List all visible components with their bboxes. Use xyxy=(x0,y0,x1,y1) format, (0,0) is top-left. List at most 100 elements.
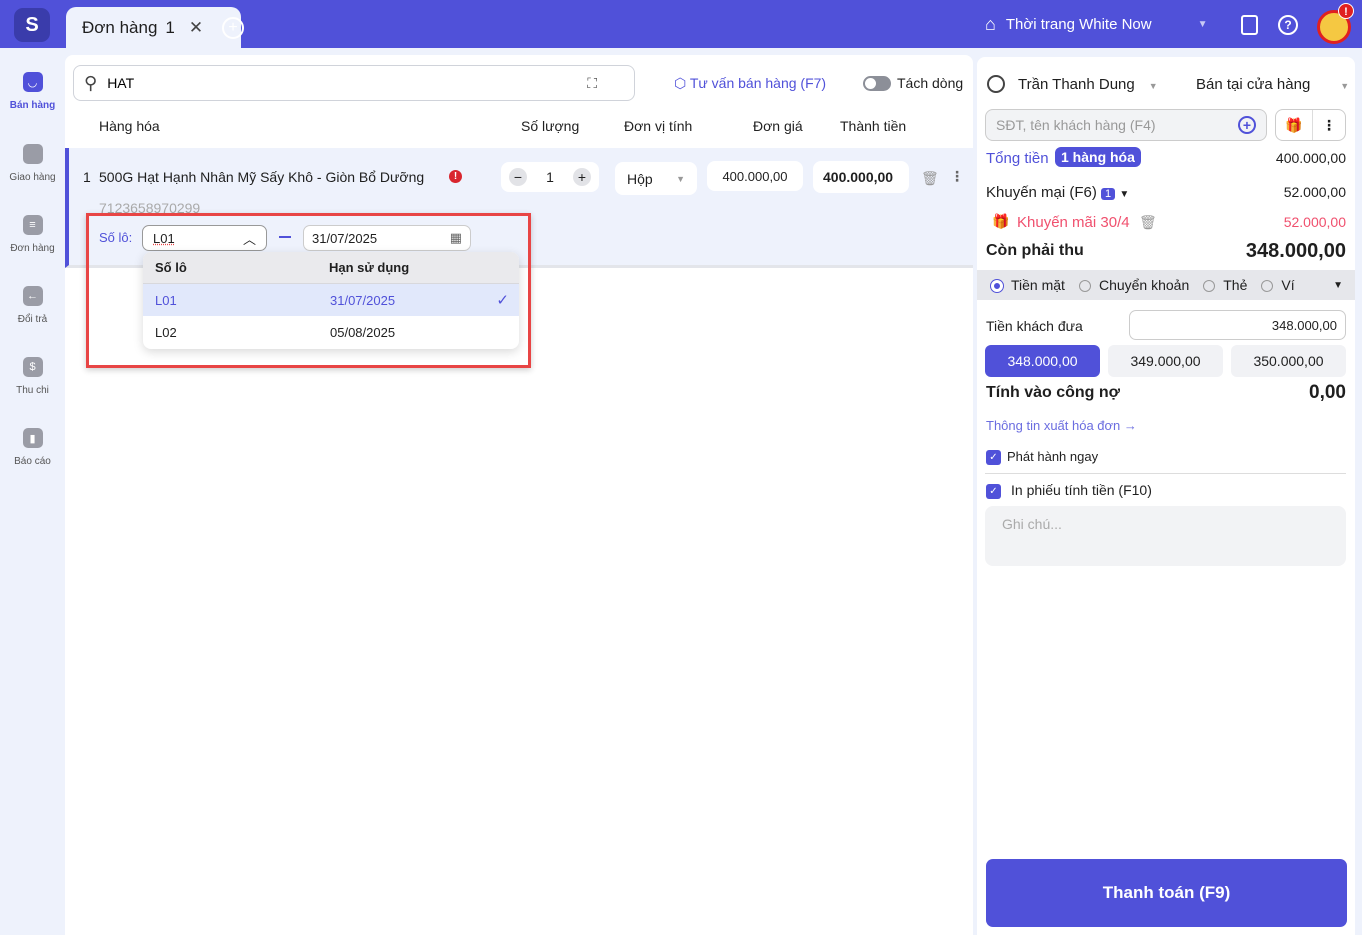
due-amount: 348.000,00 xyxy=(1245,240,1346,262)
chevron-up-icon: ︿ xyxy=(242,231,256,247)
chevron-down-icon: ▼ xyxy=(1148,81,1158,91)
dash-separator xyxy=(279,236,291,238)
warning-icon: ! xyxy=(449,170,462,183)
more-icon[interactable]: ⋮ xyxy=(950,168,964,185)
channel-select[interactable]: Bán tại cửa hàng ▼ xyxy=(1196,76,1349,93)
seller-select[interactable]: Trần Thanh Dung ▼ xyxy=(1018,76,1158,93)
issue-now-checkbox[interactable]: ✓ Phát hành ngay xyxy=(986,449,1098,466)
plus-icon[interactable]: + xyxy=(572,168,591,186)
promo-name-amount: 52.000,00 xyxy=(1283,214,1346,230)
promo-count-badge: 1 xyxy=(1101,188,1116,200)
help-icon[interactable]: ? xyxy=(1278,15,1298,35)
batch-value: L01 xyxy=(153,230,175,246)
gift-icon[interactable]: 🎁 xyxy=(1276,110,1313,140)
split-line-toggle[interactable]: Tách dòng xyxy=(863,75,963,91)
col-header-unit: Đơn vị tính xyxy=(624,118,693,134)
paid-input[interactable]: 348.000,00 xyxy=(1129,310,1346,340)
sidebar-item-ban-hang[interactable]: ◡ Bán hàng xyxy=(0,72,65,111)
invoice-info-link[interactable]: Thông tin xuất hóa đơn → xyxy=(986,418,1137,433)
quick-amount-button[interactable]: 348.000,00 xyxy=(985,345,1100,377)
col-header-price: Đơn giá xyxy=(753,118,803,134)
sidebar-item-giao-hang[interactable]: Giao hàng xyxy=(0,144,65,183)
return-icon: ← xyxy=(22,286,43,306)
toggle-switch[interactable] xyxy=(863,75,891,91)
dropdown-header: Số lô Hạn sử dụng xyxy=(143,252,519,284)
quick-amount-button[interactable]: 350.000,00 xyxy=(1231,345,1346,377)
user-icon xyxy=(987,75,1005,93)
total-label: Tổng tiền xyxy=(986,150,1049,167)
sidebar-item-doi-tra[interactable]: ← Đổi trả xyxy=(0,286,65,325)
chevron-down-icon[interactable]: ▼ xyxy=(1333,280,1343,291)
batch-input[interactable]: L01 ︿ xyxy=(142,225,267,251)
check-icon: ✓ xyxy=(496,292,509,309)
store-name: Thời trang White Now xyxy=(1005,16,1152,33)
quick-amount-button[interactable]: 349.000,00 xyxy=(1108,345,1223,377)
option-lot: L01 xyxy=(155,292,177,308)
search-input[interactable] xyxy=(107,75,578,91)
calendar-icon[interactable]: ▦ xyxy=(450,230,462,246)
sidebar: ◡ Bán hàng Giao hàng ≡ Đơn hàng ← Đổi trả $… xyxy=(0,48,65,935)
close-icon[interactable]: ✕ xyxy=(189,18,203,38)
due-label: Còn phải thu xyxy=(986,242,1084,259)
checkbox-icon: ✓ xyxy=(986,483,1001,499)
sidebar-item-bao-cao[interactable]: ▮ Báo cáo xyxy=(0,428,65,467)
trash-icon[interactable]: 🗑 xyxy=(921,170,939,187)
cash-icon: $ xyxy=(22,357,43,377)
sales-advisor-link[interactable]: ⬡ Tư vấn bán hàng (F7) xyxy=(674,75,826,92)
items-badge[interactable]: 1 hàng hóa xyxy=(1055,147,1141,167)
price-input[interactable]: 400.000,00 xyxy=(707,161,803,191)
method-card[interactable]: Thẻ xyxy=(1203,277,1247,293)
promo-name: Khuyến mãi 30/4 xyxy=(1017,214,1130,231)
debt-label: Tính vào công nợ xyxy=(986,384,1121,401)
dropdown-option[interactable]: L01 31/07/2025 ✓ xyxy=(143,284,519,316)
gift-icon: 🎁 xyxy=(992,213,1010,229)
clipboard-icon[interactable] xyxy=(1241,15,1258,35)
trash-icon[interactable]: 🗑 xyxy=(1139,214,1157,231)
store-selector[interactable]: ⌂ Thời trang White Now ▼ xyxy=(985,14,1208,35)
checkbox-icon: ✓ xyxy=(986,450,1001,466)
nav-label: Báo cáo xyxy=(14,456,51,467)
expiry-value: 31/07/2025 xyxy=(312,230,378,246)
add-tab-icon[interactable]: + xyxy=(222,17,244,39)
more-icon[interactable]: ⋮ xyxy=(1313,110,1345,140)
tab-order-1[interactable]: Đơn hàng 1 ✕ xyxy=(66,7,241,49)
sidebar-item-thu-chi[interactable]: $ Thu chi xyxy=(0,357,65,396)
payment-methods: Tiền mặt Chuyển khoản Thẻ Ví ▼ xyxy=(977,270,1355,300)
quantity-value[interactable]: 1 xyxy=(546,169,554,185)
print-checkbox[interactable]: ✓ In phiếu tính tiền (F10) xyxy=(986,482,1152,499)
nav-label: Đổi trả xyxy=(17,314,48,325)
header-lot: Số lô xyxy=(155,260,187,275)
nav-label: Thu chi xyxy=(16,385,49,396)
search-icon: ⚲ xyxy=(84,72,98,93)
header-expiry: Hạn sử dụng xyxy=(329,260,410,275)
dropdown-option[interactable]: L02 05/08/2025 xyxy=(143,316,519,348)
pay-button[interactable]: Thanh toán (F9) xyxy=(986,859,1347,927)
product-search[interactable]: ⚲ ⛶ xyxy=(73,65,635,101)
customer-search[interactable]: SĐT, tên khách hàng (F4) + xyxy=(985,109,1267,141)
row-index: 1 xyxy=(83,169,91,185)
chart-icon: ▮ xyxy=(22,428,43,448)
note-input[interactable]: Ghi chú... xyxy=(985,506,1346,566)
col-header-product: Hàng hóa xyxy=(99,118,160,134)
add-customer-icon[interactable]: + xyxy=(1238,116,1256,134)
unit-select[interactable]: Hộp ▼ xyxy=(615,162,697,195)
toggle-label: Tách dòng xyxy=(897,75,964,91)
promo-label[interactable]: Khuyến mại (F6) 1 ▼ xyxy=(986,184,1129,201)
promo-amount: 52.000,00 xyxy=(1283,184,1346,200)
minus-icon[interactable]: − xyxy=(509,168,527,186)
sidebar-item-don-hang[interactable]: ≡ Đơn hàng xyxy=(0,215,65,254)
product-name[interactable]: 500G Hạt Hạnh Nhân Mỹ Sấy Khô - Giòn Bổ … xyxy=(99,169,424,185)
col-header-qty: Số lượng xyxy=(521,118,580,134)
method-cash[interactable]: Tiền mặt xyxy=(991,277,1065,293)
quantity-stepper[interactable]: − 1 + xyxy=(501,162,599,192)
batch-dropdown: Số lô Hạn sử dụng L01 31/07/2025 ✓ L02 0… xyxy=(143,252,519,349)
app-logo[interactable]: S xyxy=(14,8,50,42)
truck-icon xyxy=(22,144,43,164)
promo-text: Khuyến mại (F6) xyxy=(986,184,1097,201)
method-wallet[interactable]: Ví xyxy=(1261,277,1295,293)
method-transfer[interactable]: Chuyển khoản xyxy=(1078,277,1189,293)
chevron-down-icon: ▼ xyxy=(1197,19,1208,30)
col-header-total: Thành tiền xyxy=(840,118,907,134)
barcode-scan-icon[interactable]: ⛶ xyxy=(587,75,597,92)
expiry-date-input[interactable]: 31/07/2025 ▦ xyxy=(303,225,471,251)
